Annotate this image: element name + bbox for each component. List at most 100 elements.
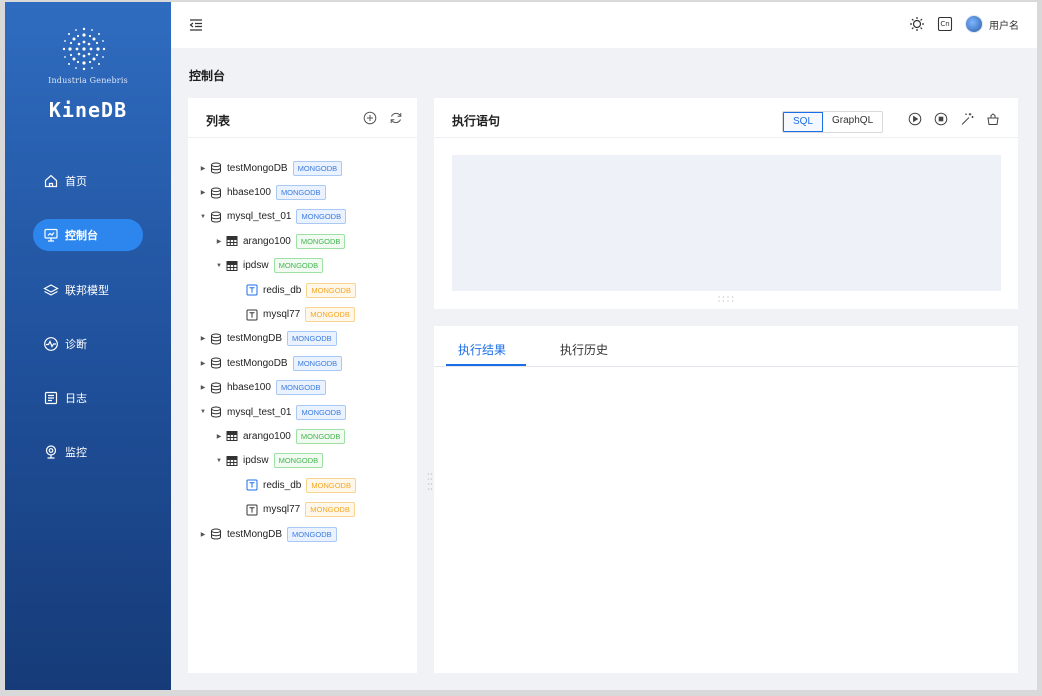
list-panel-title: 列表: [206, 114, 231, 128]
tree-node[interactable]: mysql77 MONGODB: [188, 497, 417, 521]
db-type-tag: MONGODB: [295, 428, 346, 444]
panel-resize-handle[interactable]: [427, 472, 433, 492]
text-field-icon: [246, 284, 258, 296]
tree-node[interactable]: redis_db MONGODB: [188, 473, 417, 497]
query-panel: 执行语句 SQL GraphQL: [434, 98, 1018, 309]
database-icon: [210, 162, 222, 174]
caret-right-icon[interactable]: ▶: [198, 189, 208, 196]
db-type-tag: MONGODB: [305, 307, 355, 323]
clear-icon[interactable]: [986, 112, 1000, 126]
mode-sql-button[interactable]: SQL: [783, 112, 824, 132]
sidebar-item-label: 首页: [65, 176, 87, 188]
tree-node[interactable]: ▼ mysql_test_01 MONGODB: [188, 400, 417, 424]
tab-execution-history[interactable]: 执行历史: [560, 341, 608, 358]
tree-node[interactable]: ▼ ipdsw MONGODB: [188, 449, 417, 473]
db-type-tag: MONGODB: [292, 355, 343, 371]
table-icon: [226, 235, 238, 247]
query-panel-header: 执行语句 SQL GraphQL: [434, 98, 1018, 138]
caret-down-icon[interactable]: ▼: [214, 458, 224, 464]
caret-right-icon[interactable]: ▶: [198, 165, 208, 172]
tree-node[interactable]: ▶ testMongoDB MONGODB: [188, 156, 417, 180]
table-icon: [226, 430, 238, 442]
sidebar-item-monitor[interactable]: 监控: [33, 436, 143, 468]
brand-subtitle: Industria Genebris: [48, 76, 128, 85]
table-icon: [226, 455, 238, 467]
tree-node-label: arango100: [243, 430, 291, 442]
tree-node-label: testMongDB: [227, 528, 283, 540]
page-title: 控制台: [189, 69, 226, 83]
caret-right-icon[interactable]: ▶: [198, 531, 208, 538]
database-icon: [210, 357, 222, 369]
sidebar-item-console[interactable]: 控制台: [33, 219, 143, 251]
caret-right-icon[interactable]: ▶: [198, 360, 208, 367]
theme-toggle-icon[interactable]: [909, 16, 925, 32]
sidebar-item-logs[interactable]: 日志: [33, 382, 143, 414]
db-type-tag: MONGODB: [306, 477, 356, 493]
format-wand-icon[interactable]: [960, 112, 974, 126]
caret-right-icon[interactable]: ▶: [198, 335, 208, 342]
database-icon: [210, 187, 222, 199]
tree-node-label: testMongoDB: [227, 162, 288, 174]
layers-icon: [43, 284, 59, 296]
app-window: Industria Genebris KineDB 首页 控制台 联邦模型 诊断…: [5, 2, 1037, 690]
tree-node[interactable]: ▶ arango100 MONGODB: [188, 424, 417, 448]
tab-execution-result[interactable]: 执行结果: [458, 341, 506, 358]
db-type-tag: MONGODB: [305, 502, 355, 518]
run-icon[interactable]: [908, 112, 922, 126]
tree-node[interactable]: ▶ hbase100 MONGODB: [188, 376, 417, 400]
mode-graphql-button[interactable]: GraphQL: [823, 112, 883, 132]
tree-node-label: mysql77: [263, 309, 301, 321]
sidebar-item-diagnosis[interactable]: 诊断: [33, 328, 143, 360]
tree-node[interactable]: ▶ arango100 MONGODB: [188, 229, 417, 253]
editor-resize-handle[interactable]: [717, 295, 735, 303]
add-icon[interactable]: [363, 111, 377, 125]
tree-node-label: ipdsw: [243, 455, 269, 467]
active-tab-indicator: [446, 364, 526, 366]
tree-node[interactable]: ▶ hbase100 MONGODB: [188, 180, 417, 204]
db-type-tag: MONGODB: [273, 453, 324, 469]
tree-node-label: testMongoDB: [227, 357, 288, 369]
log-icon: [44, 391, 58, 405]
caret-right-icon[interactable]: ▶: [198, 384, 208, 391]
tree-node[interactable]: ▼ mysql_test_01 MONGODB: [188, 205, 417, 229]
language-switch-button[interactable]: Cn: [937, 16, 953, 32]
database-icon: [210, 333, 222, 345]
caret-down-icon[interactable]: ▼: [198, 214, 208, 220]
database-icon: [210, 528, 222, 540]
refresh-icon[interactable]: [389, 111, 403, 125]
webcam-icon: [45, 445, 57, 459]
tree-node[interactable]: ▶ testMongDB MONGODB: [188, 522, 417, 546]
menu-fold-icon[interactable]: [189, 18, 203, 32]
tree-node[interactable]: mysql77 MONGODB: [188, 302, 417, 326]
sidebar-item-label: 日志: [65, 393, 87, 405]
database-tree: ▶ testMongoDB MONGODB ▶ hbase100 MONGODB ▼ mysq…: [188, 156, 417, 546]
tree-node[interactable]: ▼ ipdsw MONGODB: [188, 254, 417, 278]
list-panel: 列表 ▶ testMongoDB MONGODB ▶ hbase100 MONGODB ▼ m…: [188, 98, 433, 673]
text-field-icon: [246, 309, 258, 321]
sidebar-item-federated-model[interactable]: 联邦模型: [33, 274, 143, 306]
sidebar-item-home[interactable]: 首页: [33, 165, 143, 197]
top-bar: Cn 用户名: [171, 2, 1037, 48]
caret-down-icon[interactable]: ▼: [214, 263, 224, 269]
stop-icon[interactable]: [934, 112, 948, 126]
username-label[interactable]: 用户名: [989, 17, 1019, 32]
db-type-tag: MONGODB: [275, 380, 326, 396]
caret-down-icon[interactable]: ▼: [198, 409, 208, 415]
sidebar-item-label: 诊断: [65, 339, 87, 351]
monitor-icon: [44, 228, 58, 242]
query-mode-switch: SQL GraphQL: [782, 111, 884, 133]
database-icon: [210, 406, 222, 418]
sidebar-item-label: 控制台: [65, 230, 98, 242]
tree-node[interactable]: ▶ testMongDB MONGODB: [188, 327, 417, 351]
tree-node[interactable]: redis_db MONGODB: [188, 278, 417, 302]
tree-node[interactable]: ▶ testMongoDB MONGODB: [188, 351, 417, 375]
caret-right-icon[interactable]: ▶: [214, 238, 224, 245]
tree-node-label: arango100: [243, 235, 291, 247]
language-badge-label: Cn: [940, 20, 950, 28]
tree-node-label: redis_db: [263, 284, 302, 296]
query-editor[interactable]: [452, 155, 1001, 291]
avatar[interactable]: [965, 15, 983, 33]
caret-right-icon[interactable]: ▶: [214, 433, 224, 440]
top-bar-actions: Cn 用户名: [909, 15, 1019, 33]
db-type-tag: MONGODB: [296, 404, 347, 420]
